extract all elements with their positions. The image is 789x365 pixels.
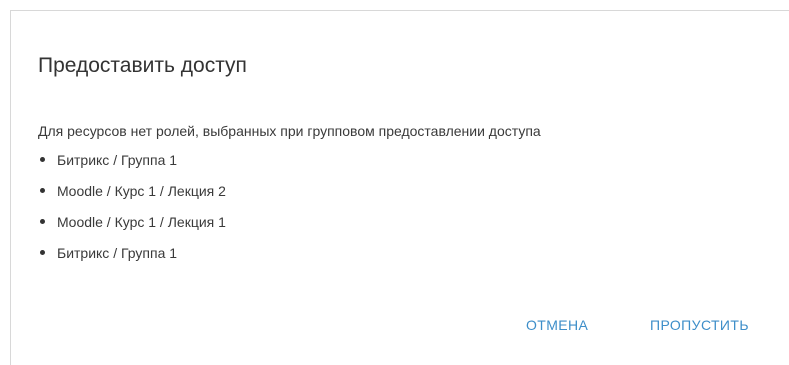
resource-list: Битрикс / Группа 1 Moodle / Курс 1 / Лек… <box>38 151 226 275</box>
bullet-icon <box>40 188 45 193</box>
cancel-button[interactable]: ОТМЕНА <box>526 316 588 334</box>
dialog-message: Для ресурсов нет ролей, выбранных при гр… <box>38 123 541 139</box>
resource-label: Битрикс / Группа 1 <box>57 245 178 261</box>
grant-access-dialog: Предоставить доступ Для ресурсов нет рол… <box>10 10 789 365</box>
skip-button[interactable]: ПРОПУСТИТЬ <box>650 316 749 334</box>
resource-label: Битрикс / Группа 1 <box>57 152 178 168</box>
bullet-icon <box>40 250 45 255</box>
resource-list-item: Битрикс / Группа 1 <box>38 151 226 182</box>
bullet-icon <box>40 219 45 224</box>
resource-list-item: Moodle / Курс 1 / Лекция 1 <box>38 213 226 244</box>
dialog-actions: ОТМЕНА ПРОПУСТИТЬ <box>11 316 789 340</box>
resource-label: Moodle / Курс 1 / Лекция 2 <box>57 183 226 199</box>
dialog-title: Предоставить доступ <box>38 54 247 77</box>
bullet-icon <box>40 157 45 162</box>
resource-list-item: Битрикс / Группа 1 <box>38 244 226 275</box>
resource-label: Moodle / Курс 1 / Лекция 1 <box>57 214 226 230</box>
resource-list-item: Moodle / Курс 1 / Лекция 2 <box>38 182 226 213</box>
